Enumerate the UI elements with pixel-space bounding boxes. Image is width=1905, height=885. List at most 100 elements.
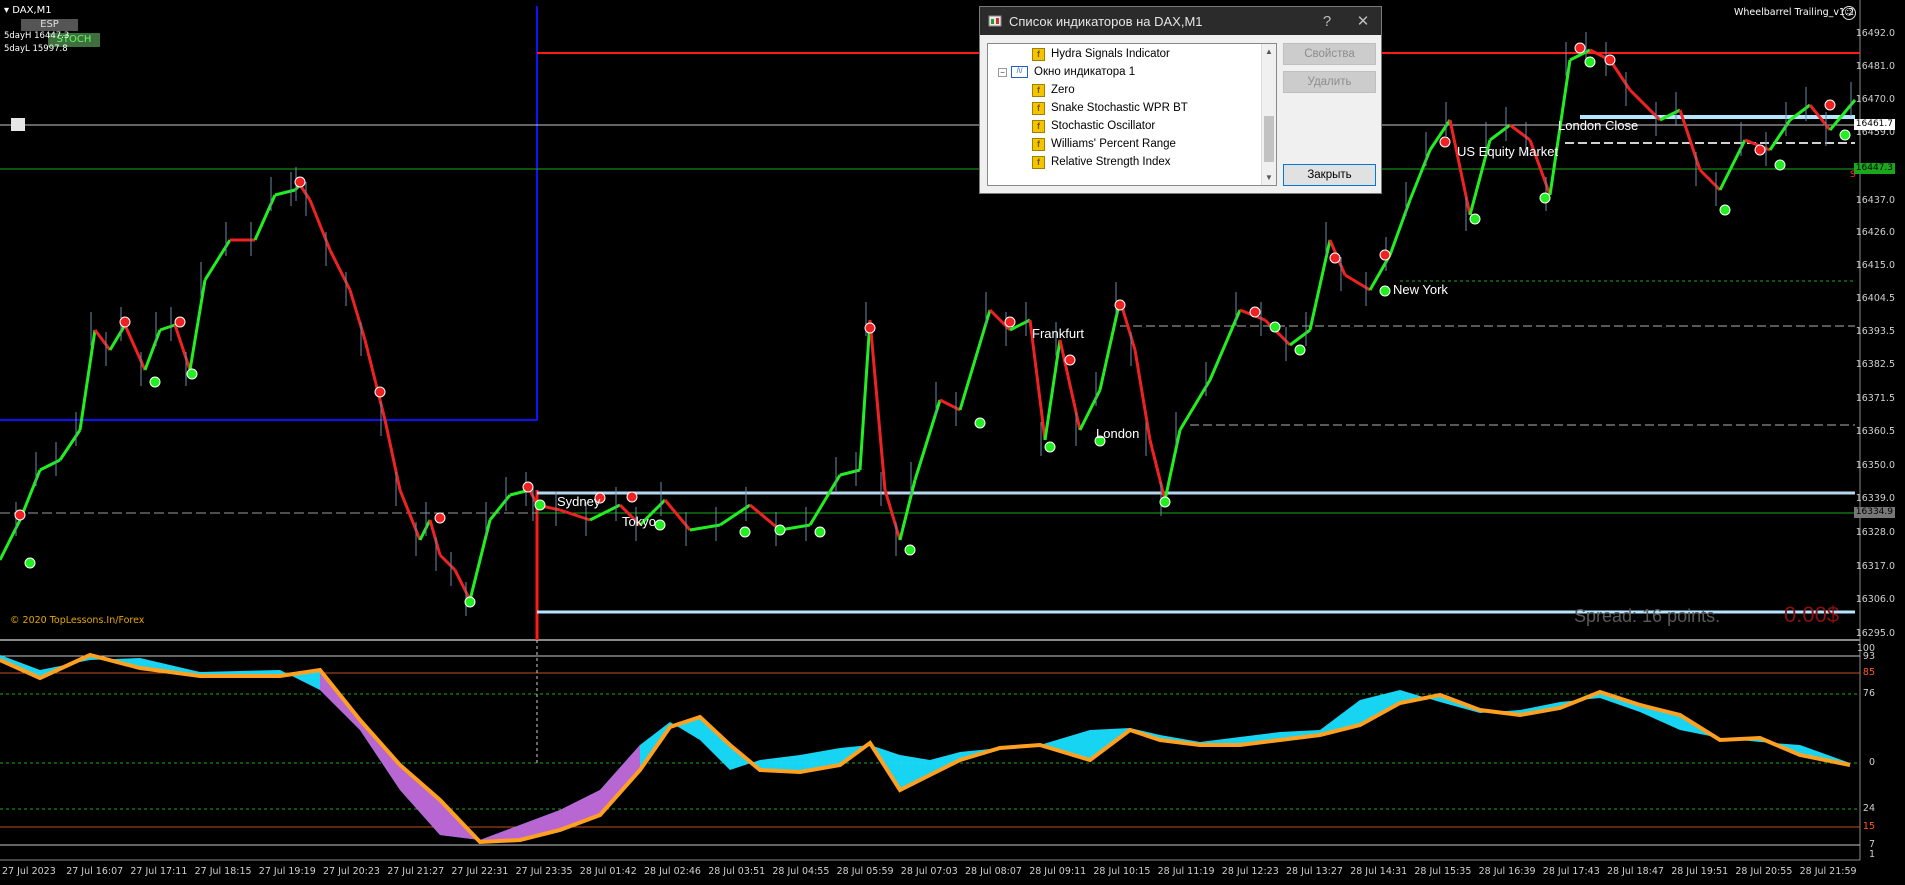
buy-signal-icon bbox=[1774, 159, 1786, 171]
dialog-title: Список индикаторов на DAX,M1 bbox=[1009, 13, 1203, 29]
tree-item[interactable]: f Relative Strength Index bbox=[1032, 153, 1171, 171]
time-tick-label: 27 Jul 19:19 bbox=[258, 866, 316, 877]
ea-smiley-icon[interactable]: ☺ bbox=[1842, 6, 1856, 20]
indicator-icon: f bbox=[1032, 155, 1045, 169]
sell-signal-icon bbox=[1439, 136, 1451, 148]
tree-item-label: Zero bbox=[1051, 84, 1075, 96]
time-tick-label: 27 Jul 18:15 bbox=[194, 866, 252, 877]
indicator-tick-label: 85 bbox=[1862, 667, 1875, 678]
session-sydney: Sydney bbox=[557, 494, 601, 509]
tree-item-label: Hydra Signals Indicator bbox=[1051, 48, 1170, 60]
tree-item-label: Окно индикатора 1 bbox=[1034, 66, 1136, 78]
time-tick-label: 28 Jul 01:42 bbox=[579, 866, 637, 877]
close-icon[interactable]: ✕ bbox=[1346, 7, 1380, 35]
indicator-tick-label: 76 bbox=[1862, 688, 1875, 699]
sell-signal-icon bbox=[1824, 99, 1836, 111]
sell-signal-icon bbox=[119, 316, 131, 328]
right-marker: S bbox=[1850, 170, 1856, 180]
buy-signal-icon bbox=[974, 417, 986, 429]
time-tick-label: 28 Jul 15:35 bbox=[1414, 866, 1472, 877]
time-tick-label: 27 Jul 17:11 bbox=[130, 866, 188, 877]
ea-name: Wheelbarrel Trailing_v1.2 bbox=[1734, 7, 1854, 18]
price-tick-label: 16295.0 bbox=[1855, 628, 1895, 639]
time-tick-label: 28 Jul 07:03 bbox=[900, 866, 958, 877]
copyright-text: © 2020 TopLessons.In/Forex bbox=[10, 615, 145, 626]
collapse-icon[interactable]: − bbox=[998, 67, 1007, 77]
close-button[interactable]: Закрыть bbox=[1283, 164, 1376, 186]
indicator-tick-label: 93 bbox=[1862, 651, 1875, 662]
sell-signal-icon bbox=[1004, 316, 1016, 328]
time-tick-label: 28 Jul 21:59 bbox=[1799, 866, 1857, 877]
scroll-thumb[interactable] bbox=[1264, 116, 1274, 162]
session-london: London bbox=[1096, 426, 1140, 441]
properties-button[interactable]: Свойства bbox=[1283, 43, 1376, 65]
buy-signal-icon bbox=[654, 519, 666, 531]
time-tick-label: 28 Jul 14:31 bbox=[1350, 866, 1408, 877]
session-new-york: New York bbox=[1393, 282, 1448, 297]
buy-signal-icon bbox=[1044, 441, 1056, 453]
buy-signal-icon bbox=[1719, 204, 1731, 216]
symbol-title: ▾ DAX,M1 bbox=[4, 5, 52, 16]
sell-signal-icon bbox=[434, 512, 446, 524]
sell-signal-icon bbox=[1604, 54, 1616, 66]
time-tick-label: 28 Jul 03:51 bbox=[708, 866, 766, 877]
price-tick-label: 16415.0 bbox=[1855, 260, 1895, 271]
indicator-icon: f bbox=[1032, 101, 1045, 115]
delete-button[interactable]: Удалить bbox=[1283, 71, 1376, 93]
indicator-tick-label: 24 bbox=[1862, 803, 1875, 814]
tree-item[interactable]: f Hydra Signals Indicator bbox=[1032, 45, 1170, 63]
time-tick-label: 27 Jul 16:07 bbox=[66, 866, 124, 877]
tree-item-label: Relative Strength Index bbox=[1051, 156, 1171, 168]
time-tick-label: 27 Jul 23:35 bbox=[515, 866, 573, 877]
tree-item[interactable]: −/\/ Окно индикатора 1 bbox=[998, 63, 1135, 81]
time-tick-label: 28 Jul 19:51 bbox=[1671, 866, 1729, 877]
price-tick-label: 16306.0 bbox=[1855, 594, 1895, 605]
time-tick-label: 28 Jul 09:11 bbox=[1029, 866, 1087, 877]
session-london-close: London Close bbox=[1558, 118, 1639, 133]
symbol-title-text: DAX,M1 bbox=[12, 5, 52, 16]
scroll-up-icon[interactable]: ▲ bbox=[1262, 44, 1276, 59]
indicator-tick-label: 15 bbox=[1862, 821, 1875, 832]
time-tick-label: 28 Jul 04:55 bbox=[772, 866, 830, 877]
sell-signal-icon bbox=[522, 481, 534, 493]
time-tick-label: 28 Jul 12:23 bbox=[1221, 866, 1279, 877]
price-tick-label: 16404.5 bbox=[1855, 293, 1895, 304]
tree-scrollbar[interactable]: ▲ ▼ bbox=[1261, 44, 1276, 185]
sell-signal-icon bbox=[1114, 299, 1126, 311]
session-tokyo: Tokyo bbox=[622, 514, 656, 529]
buy-signal-icon bbox=[464, 596, 476, 608]
tree-item[interactable]: f Williams' Percent Range bbox=[1032, 135, 1176, 153]
buy-signal-icon bbox=[1294, 344, 1306, 356]
spread-text: Spread: 16 points. bbox=[1574, 606, 1721, 626]
tree-item[interactable]: f Snake Stochastic WPR BT bbox=[1032, 99, 1188, 117]
five-day-low: 5dayL 15997.8 bbox=[4, 44, 68, 54]
sell-signal-icon bbox=[1574, 42, 1586, 54]
scroll-down-icon[interactable]: ▼ bbox=[1262, 170, 1276, 185]
tree-item-label: Stochastic Oscillator bbox=[1051, 120, 1156, 132]
indicator-tree[interactable]: f Hydra Signals Indicator −/\/ Окно индикат… bbox=[987, 43, 1277, 186]
drag-handle[interactable] bbox=[11, 118, 25, 131]
buy-signal-icon bbox=[774, 524, 786, 536]
buy-signal-icon bbox=[1469, 213, 1481, 225]
time-tick-label: 28 Jul 05:59 bbox=[836, 866, 894, 877]
time-tick-label: 27 Jul 2023 bbox=[2, 866, 56, 877]
sell-signal-icon bbox=[1379, 249, 1391, 261]
tree-item-label: Williams' Percent Range bbox=[1051, 138, 1176, 150]
indicator-list-dialog[interactable]: Список индикаторов на DAX,M1 ? ✕ f Hydra … bbox=[979, 6, 1382, 194]
sell-signal-icon bbox=[294, 176, 306, 188]
tree-item[interactable]: f Zero bbox=[1032, 81, 1075, 99]
buy-signal-icon bbox=[739, 526, 751, 538]
app-icon bbox=[988, 15, 1002, 27]
tree-item[interactable]: f Stochastic Oscillator bbox=[1032, 117, 1155, 135]
sell-signal-icon bbox=[1249, 306, 1261, 318]
help-button[interactable]: ? bbox=[1310, 7, 1344, 35]
sell-signal-icon bbox=[864, 322, 876, 334]
time-tick-label: 28 Jul 02:46 bbox=[644, 866, 701, 877]
indicator-window[interactable] bbox=[0, 652, 1860, 846]
session-frankfurt: Frankfurt bbox=[1032, 326, 1085, 341]
tree-item-label: Snake Stochastic WPR BT bbox=[1051, 102, 1188, 114]
price-tick-label: 16350.0 bbox=[1855, 460, 1895, 471]
buy-signal-icon bbox=[1584, 56, 1596, 68]
esp-button[interactable]: ESP bbox=[21, 19, 78, 31]
price-tick-label: 16393.5 bbox=[1855, 326, 1895, 337]
